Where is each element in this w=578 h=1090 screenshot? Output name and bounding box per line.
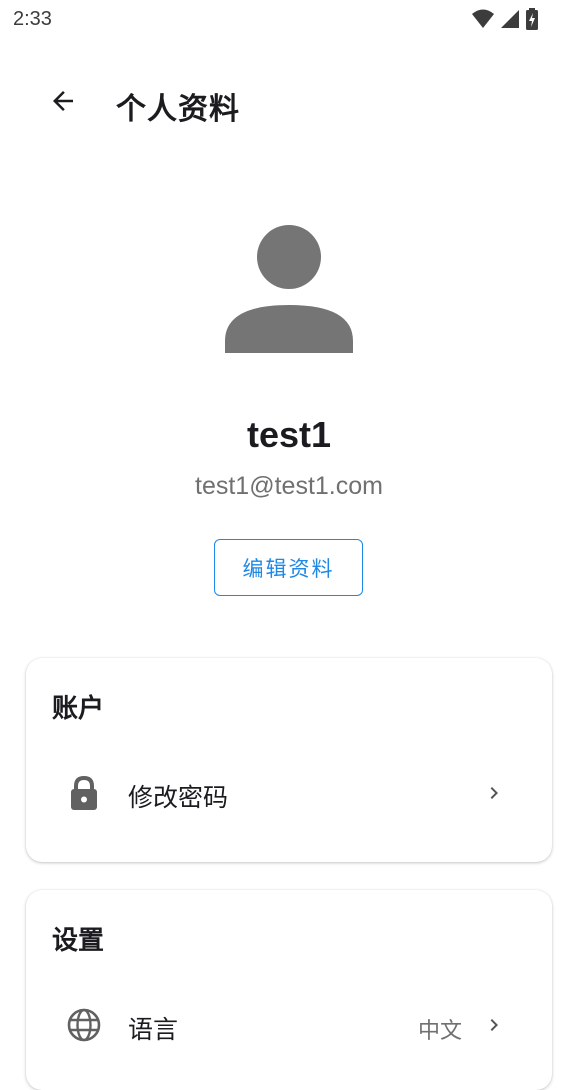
- page-title: 个人资料: [116, 92, 240, 127]
- settings-card: 设置 语言 中文: [26, 890, 552, 1090]
- language-value: 中文: [417, 1019, 462, 1044]
- edit-profile-button[interactable]: 编辑资料: [214, 539, 363, 596]
- change-password-row[interactable]: 修改密码: [26, 758, 552, 828]
- account-section-title: 账户: [52, 694, 105, 724]
- battery-icon: [526, 8, 538, 34]
- change-password-label: 修改密码: [128, 783, 229, 812]
- signal-icon: [500, 9, 520, 33]
- app-bar: 个人资料: [0, 70, 578, 136]
- person-icon: [224, 225, 354, 358]
- chevron-right-icon: [482, 781, 506, 805]
- language-row[interactable]: 语言 中文: [26, 990, 552, 1060]
- account-card: 账户 修改密码: [26, 658, 552, 862]
- globe-icon: [66, 1007, 102, 1043]
- arrow-back-icon: [48, 86, 78, 120]
- settings-section-title: 设置: [52, 926, 105, 956]
- lock-icon: [66, 775, 102, 811]
- chevron-right-icon: [482, 1013, 506, 1037]
- username: test1: [246, 414, 332, 455]
- status-bar: 2:33: [0, 0, 578, 40]
- avatar: [224, 224, 354, 354]
- back-button[interactable]: [38, 78, 88, 128]
- language-label: 语言: [128, 1015, 179, 1044]
- status-icons: [472, 8, 538, 34]
- wifi-icon: [472, 9, 494, 33]
- user-email: test1@test1.com: [195, 472, 383, 500]
- status-time: 2:33: [13, 8, 52, 30]
